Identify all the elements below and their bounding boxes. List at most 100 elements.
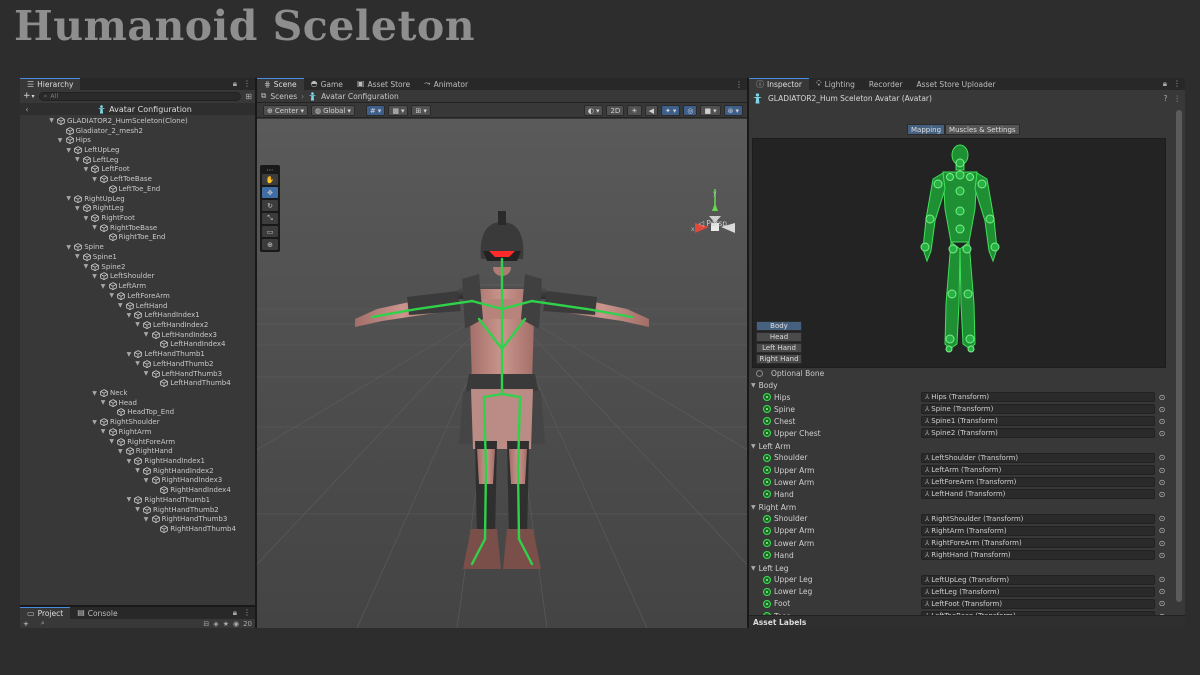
expand-arrow-icon[interactable]: ▼ [125,496,132,503]
expand-arrow-icon[interactable]: ▼ [134,360,141,367]
hidden-objects-toggle[interactable]: ◎ [683,105,698,116]
hierarchy-row[interactable]: ▼ RightArm [100,427,151,437]
bone-transform-field[interactable]: ⅄ LeftHand (Transform) [921,489,1155,500]
expand-arrow-icon[interactable]: ▼ [91,273,98,280]
bone-transform-field[interactable]: ⅄ Hips (Transform) [921,392,1155,402]
body-part-head-button[interactable]: Head [756,332,802,342]
bone-status-icon[interactable] [763,478,771,487]
grid-snapping-button[interactable]: # ▾ [365,105,386,116]
bone-transform-field[interactable]: ⅄ LeftShoulder (Transform) [921,452,1155,463]
object-picker-icon[interactable]: ⊙ [1157,490,1167,499]
expand-arrow-icon[interactable]: ▼ [65,195,72,202]
bone-transform-field[interactable]: ⅄ LeftLeg (Transform) [921,586,1155,597]
expand-arrow-icon[interactable]: ▼ [74,156,81,163]
expand-arrow-icon[interactable]: ▼ [82,263,89,270]
eye-icon[interactable]: ◉ [233,620,239,628]
hierarchy-row[interactable]: ▼ RightFoot [82,213,135,223]
expand-arrow-icon[interactable]: ▼ [117,302,124,309]
object-picker-icon[interactable]: ⊙ [1157,393,1167,402]
expand-arrow-icon[interactable]: ▼ [74,205,81,212]
star-icon[interactable]: ★ [223,620,229,628]
bone-transform-field[interactable]: ⅄ LeftArm (Transform) [921,465,1155,475]
object-picker-icon[interactable]: ⊙ [1157,514,1167,523]
toggle-2d-button[interactable]: 2D [606,105,625,116]
hierarchy-row[interactable]: ▼ LeftHandIndex3 [143,330,217,340]
tab-mapping[interactable]: Mapping [907,124,946,135]
kebab-menu-icon[interactable]: ⋮ [1174,94,1182,103]
body-part-body-button[interactable]: Body [756,321,802,331]
expand-arrow-icon[interactable]: ▼ [125,312,132,319]
inspector-scrollbar[interactable] [1173,107,1185,614]
audio-toggle[interactable]: ◀ [644,105,658,116]
hierarchy-row[interactable]: ▼ RightShoulder [91,417,160,427]
bone-status-icon[interactable] [763,405,771,414]
object-picker-icon[interactable]: ⊙ [1157,526,1167,535]
object-picker-icon[interactable]: ⊙ [1157,429,1167,438]
hierarchy-row[interactable]: ▼ LeftUpLeg [65,145,119,155]
kebab-menu-icon[interactable]: ⋮ [1173,79,1181,89]
expand-arrow-icon[interactable]: ▼ [143,516,150,523]
expand-arrow-icon[interactable]: ▼ [65,244,72,251]
expand-arrow-icon[interactable]: ▼ [143,477,150,484]
scene-viewport[interactable]: y x ⋯ ✋ ✥ ↻ ⤡ ▭ ⊕ ◁ Persp [257,119,747,628]
hierarchy-row[interactable]: LeftHandThumb4 [151,378,231,388]
bone-status-icon[interactable] [763,490,771,499]
expand-arrow-icon[interactable]: ▼ [91,390,98,397]
hierarchy-row[interactable]: RightHandIndex4 [151,485,231,495]
object-picker-icon[interactable]: ⊙ [1157,405,1167,414]
object-picker-icon[interactable]: ⊙ [1157,417,1167,426]
pivot-rotation-dropdown[interactable]: ◍ Global ▾ [310,105,355,116]
kebab-menu-icon[interactable]: ⋮ [243,608,251,618]
body-part-right-hand-button[interactable]: Right Hand [756,354,802,364]
hierarchy-row[interactable]: ▼ RightHand [117,446,173,456]
tab-inspector[interactable]: ⓘ Inspector [749,78,809,90]
bone-transform-field[interactable]: ⅄ Spine1 (Transform) [921,416,1155,427]
tab-project[interactable]: ▭ Project [20,607,71,619]
hierarchy-row[interactable]: ▼ Spine2 [82,262,125,272]
bone-transform-field[interactable]: ⅄ RightShoulder (Transform) [921,513,1155,524]
hierarchy-row[interactable]: ▼ GLADIATOR2_HumSceleton(Clone) [48,116,188,126]
bone-status-icon[interactable] [763,417,771,426]
draw-mode-dropdown[interactable]: ◐ ▾ [583,105,604,116]
bone-status-icon[interactable] [763,526,771,535]
bone-group-header[interactable]: ▼ Right Arm [751,502,796,513]
bone-status-icon[interactable] [763,575,771,584]
hand-tool-icon[interactable]: ✋ [262,174,278,185]
help-icon[interactable]: ? [1164,94,1168,103]
breadcrumb-avatar[interactable]: Avatar Configuration [321,92,399,101]
project-create-button[interactable]: + [23,620,29,628]
object-picker-icon[interactable]: ⊙ [1157,478,1167,487]
hierarchy-row[interactable]: ▼ RightHandIndex2 [134,466,214,476]
hierarchy-row[interactable]: ▼ LeftHandThumb2 [134,359,213,369]
hierarchy-row[interactable]: ▼ LeftShoulder [91,272,154,282]
tools-handle-icon[interactable]: ⋯ [262,166,278,174]
grid-visibility-button[interactable]: ▦ ▾ [388,105,409,116]
hierarchy-row[interactable]: ▼ RightUpLeg [65,194,125,204]
hierarchy-row[interactable]: Gladiator_2_mesh2 [57,126,143,136]
tab-lighting[interactable]: 💡︎ Lighting [809,78,862,90]
hierarchy-row[interactable]: ▼ LeftHand [117,301,167,311]
bone-transform-field[interactable]: ⅄ LeftFoot (Transform) [921,598,1155,609]
hierarchy-row[interactable]: ▼ RightLeg [74,203,124,213]
pivot-mode-dropdown[interactable]: ⊕ Center ▾ [263,105,308,116]
kebab-menu-icon[interactable]: ⋮ [243,79,251,89]
lock-icon[interactable]: 🔒︎ [233,608,237,618]
hierarchy-row[interactable]: ▼ LeftFoot [82,165,130,175]
bone-transform-field[interactable]: ⅄ RightForeArm (Transform) [921,538,1155,548]
expand-arrow-icon[interactable]: ▼ [100,399,107,406]
hierarchy-row[interactable]: ▼ Head [100,398,137,408]
hierarchy-row[interactable]: ▼ RightHandIndex3 [143,476,222,486]
expand-arrow-icon[interactable]: ▼ [125,351,132,358]
expand-arrow-icon[interactable]: ▼ [125,458,132,465]
bone-status-icon[interactable] [763,551,771,560]
expand-arrow-icon[interactable]: ▼ [74,253,81,260]
bone-status-icon[interactable] [763,466,771,474]
tab-recorder[interactable]: Recorder [862,78,910,90]
expand-arrow-icon[interactable]: ▼ [91,224,98,231]
tab-asset-store[interactable]: ▣ Asset Store [350,78,417,90]
object-picker-icon[interactable]: ⊙ [1157,539,1167,548]
lock-icon[interactable]: 🔒︎ [233,79,237,89]
tab-asset-store-uploader[interactable]: Asset Store Uploader [910,78,1003,90]
bone-transform-field[interactable]: ⅄ RightHand (Transform) [921,550,1155,561]
hierarchy-search-input[interactable]: ⌕ All [38,91,242,101]
